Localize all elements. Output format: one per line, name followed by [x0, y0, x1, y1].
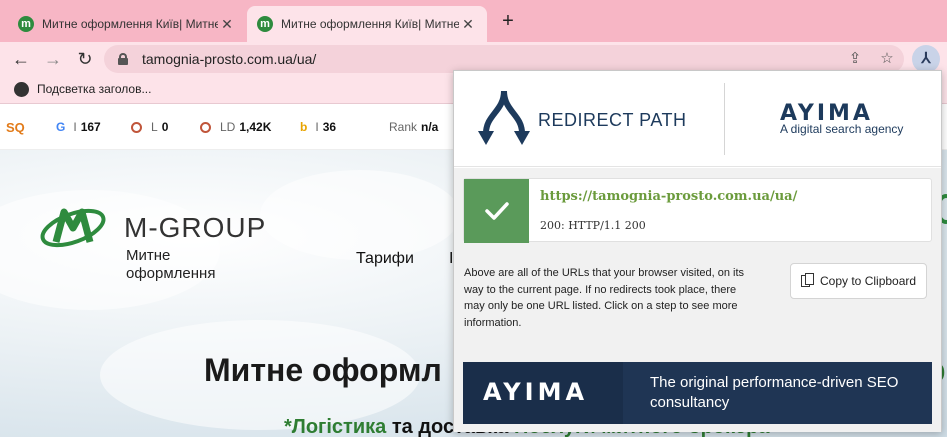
- tab-strip: m Митне оформлення Київ| Митне ✕ m Митне…: [0, 0, 947, 42]
- info-text: Above are all of the URLs that your brow…: [464, 267, 745, 329]
- m-group-logo-icon: [40, 208, 106, 248]
- new-tab-button[interactable]: +: [496, 10, 520, 34]
- browser-tab[interactable]: m Митне оформлення Київ| Митне ✕: [8, 6, 246, 42]
- globe-icon: [14, 82, 29, 97]
- logistics-link[interactable]: Логістика: [292, 416, 386, 437]
- status-indicator: [464, 179, 529, 243]
- banner-ayima-logo: AYIMA: [483, 378, 589, 406]
- redirect-path-logo-icon: [478, 90, 530, 145]
- semrush-icon: [200, 121, 211, 133]
- step-url[interactable]: https://tamognia-prosto.com.ua/ua/: [540, 189, 797, 204]
- bing-index-metric[interactable]: b I 36: [300, 120, 336, 134]
- close-icon[interactable]: ✕: [459, 16, 477, 33]
- semrush-icon: [131, 121, 142, 133]
- popup-header: REDIRECT PATH AYIMA A digital search age…: [454, 71, 941, 167]
- url-text[interactable]: tamognia-prosto.com.ua/ua/: [142, 51, 316, 67]
- redirect-path-title: REDIRECT PATH: [538, 110, 687, 130]
- tab-title: Митне оформлення Київ| Митне: [281, 17, 459, 31]
- checkmark-icon: [484, 202, 509, 220]
- redirect-path-extension-icon[interactable]: ⅄: [912, 45, 940, 73]
- popup-body: https://tamognia-prosto.com.ua/ua/ 200: …: [454, 168, 941, 432]
- hero-title: Митне оформл: [204, 352, 442, 388]
- share-icon[interactable]: ⇪: [846, 50, 864, 68]
- close-icon[interactable]: ✕: [218, 16, 236, 33]
- m-group-favicon-icon: m: [18, 16, 34, 32]
- banner-text: The original performance-driven SEO cons…: [650, 374, 899, 411]
- site-name: M-GROUP: [124, 212, 267, 243]
- seoquake-logo[interactable]: SQ: [6, 120, 25, 135]
- header-divider: [724, 83, 725, 155]
- clipboard-icon: [801, 273, 814, 289]
- bookmark-item[interactable]: Подсветка заголов...: [37, 82, 151, 96]
- browser-window: m Митне оформлення Київ| Митне ✕ m Митне…: [0, 0, 947, 437]
- browser-tab-active[interactable]: m Митне оформлення Київ| Митне ✕: [247, 6, 487, 42]
- step-status: 200: HTTP/1.1 200: [540, 219, 646, 232]
- tab-title: Митне оформлення Київ| Митне: [42, 17, 218, 31]
- copy-to-clipboard-button[interactable]: Copy to Clipboard: [790, 263, 927, 299]
- lock-icon[interactable]: [118, 53, 128, 65]
- copy-button-label: Copy to Clipboard: [820, 274, 917, 288]
- nav-link-tariffs[interactable]: Тарифи: [356, 250, 414, 268]
- ayima-tagline: A digital search agency: [780, 122, 904, 136]
- m-group-favicon-icon: m: [257, 16, 273, 32]
- linking-domains-metric[interactable]: LD 1,42K: [200, 120, 271, 134]
- reload-icon[interactable]: ↻: [72, 46, 98, 72]
- star-icon[interactable]: ☆: [878, 50, 896, 68]
- forward-arrow-icon[interactable]: →: [40, 46, 66, 72]
- rank-metric[interactable]: Rank n/a: [389, 120, 438, 134]
- back-arrow-icon[interactable]: ←: [8, 46, 34, 72]
- ayima-banner[interactable]: AYIMA The original performance-driven SE…: [463, 362, 932, 424]
- redirect-path-popup: REDIRECT PATH AYIMA A digital search age…: [453, 70, 942, 432]
- site-tagline: Митне оформлення: [126, 247, 216, 282]
- bing-icon: b: [300, 120, 308, 134]
- address-bar[interactable]: tamognia-prosto.com.ua/ua/ ⇪ ☆: [104, 45, 904, 73]
- google-index-metric[interactable]: G I 167: [56, 120, 101, 134]
- links-metric[interactable]: L 0: [131, 120, 168, 134]
- redirect-step[interactable]: https://tamognia-prosto.com.ua/ua/ 200: …: [463, 178, 932, 243]
- google-icon: G: [56, 120, 66, 134]
